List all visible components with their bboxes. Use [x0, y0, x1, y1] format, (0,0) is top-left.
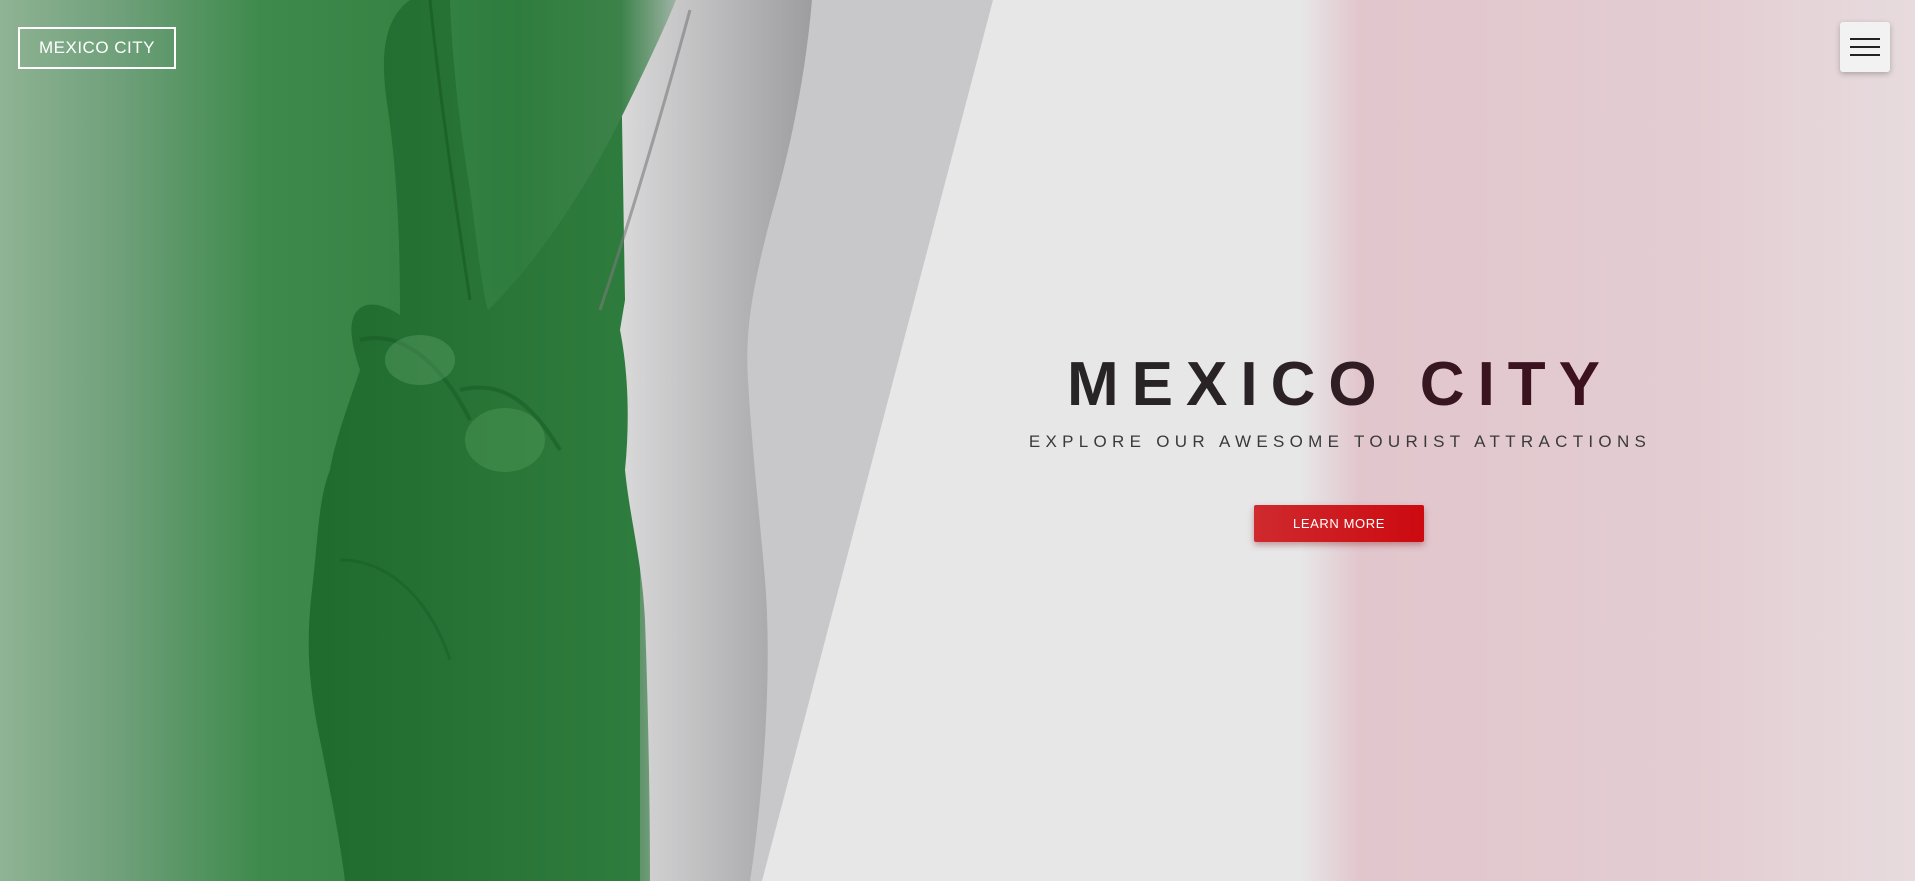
- hero-subtitle: EXPLORE OUR AWESOME TOURIST ATTRACTIONS: [1028, 432, 1652, 451]
- menu-button[interactable]: [1840, 22, 1890, 72]
- peace-hand-image: [308, 0, 812, 881]
- hero-title: MEXICO CITY: [1000, 345, 1680, 425]
- hero-text-block: MEXICO CITY EXPLORE OUR AWESOME TOURIST …: [1000, 345, 1680, 454]
- logo-button[interactable]: MEXICO CITY: [18, 27, 176, 69]
- hamburger-icon: [1850, 37, 1880, 57]
- learn-more-button[interactable]: LEARN MORE: [1254, 505, 1424, 542]
- hero-section: MEXICO CITY MEXICO CITY EXPLORE OUR AWES…: [0, 0, 1915, 881]
